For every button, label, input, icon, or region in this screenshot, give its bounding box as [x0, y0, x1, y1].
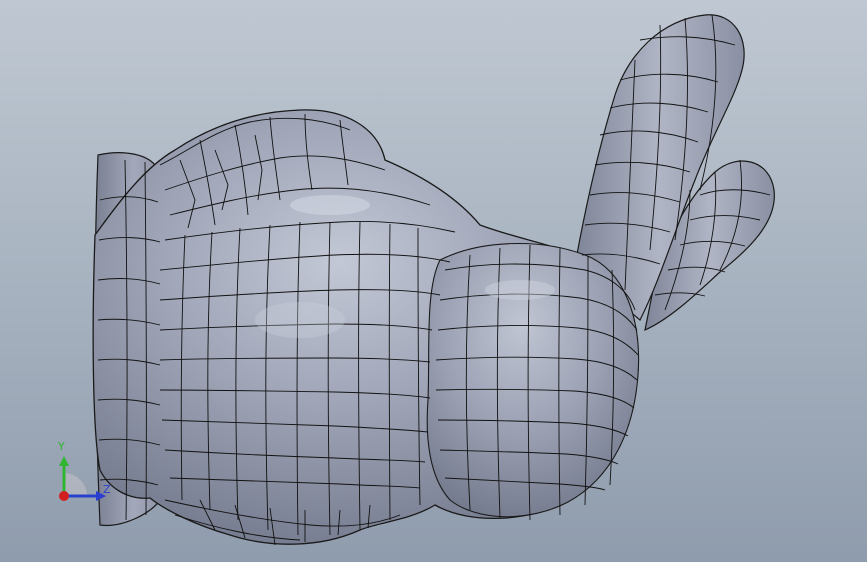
triad-graphic	[59, 456, 106, 501]
axis-triad: Y Z	[40, 436, 130, 516]
graphics-viewport[interactable]: Y Z	[0, 0, 867, 562]
y-axis-label: Y	[58, 440, 65, 453]
bunny-model[interactable]	[0, 0, 867, 562]
z-axis-label: Z	[103, 483, 111, 496]
